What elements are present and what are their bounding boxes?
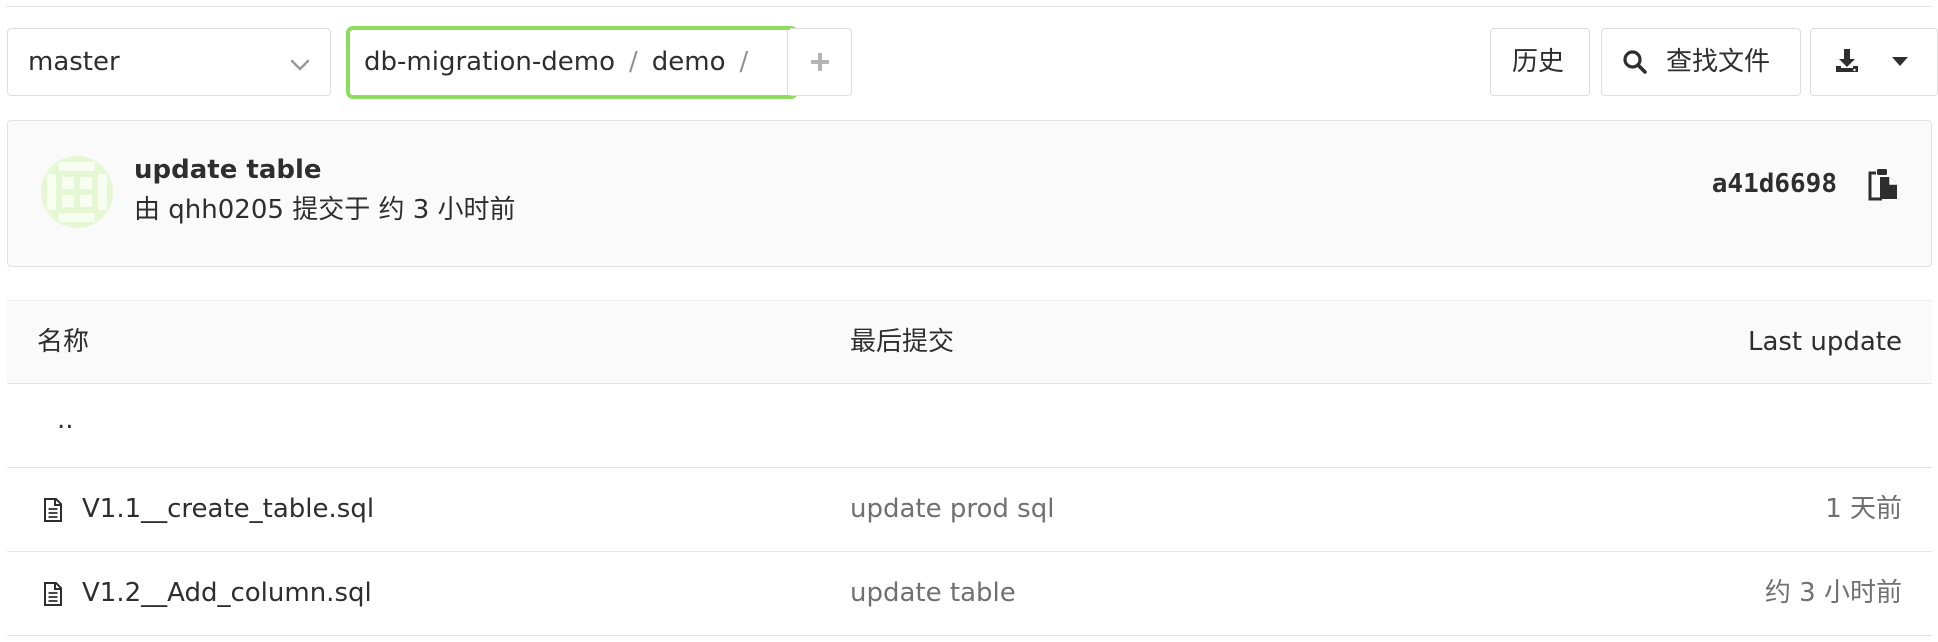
file-name-link[interactable]: V1.1__create_table.sql — [82, 493, 374, 525]
history-label: 历史 — [1512, 47, 1565, 77]
file-text-icon — [44, 498, 62, 522]
commit-author-prefix: 由 — [134, 195, 161, 225]
commit-author[interactable]: qhh0205 — [168, 195, 284, 225]
find-file-label: 查找文件 — [1666, 47, 1771, 77]
repo-toolbar: master db-migration-demo / demo / 历史 查找文件 — [7, 26, 1938, 99]
branch-dropdown[interactable]: master — [7, 28, 331, 96]
commit-time: 提交于 约 3 小时前 — [292, 195, 516, 225]
file-last-commit-link[interactable]: update table — [850, 577, 1016, 609]
breadcrumb-separator: / — [739, 47, 749, 77]
history-button[interactable]: 历史 — [1490, 28, 1590, 96]
breadcrumb: db-migration-demo / demo / — [346, 26, 798, 99]
caret-down-icon — [1892, 57, 1908, 66]
identicon-icon — [41, 156, 113, 228]
plus-icon — [811, 53, 829, 71]
table-row[interactable]: V1.1__create_table.sql update prod sql 1… — [7, 468, 1932, 552]
commit-title[interactable]: update table — [134, 154, 322, 186]
file-last-update: 1 天前 — [1825, 494, 1902, 524]
column-header-last-update: Last update — [1747, 327, 1902, 357]
commit-sha[interactable]: a41d6698 — [1712, 168, 1837, 200]
latest-commit-panel: update table 由 qhh0205 提交于 约 3 小时前 a41d6… — [7, 120, 1932, 267]
table-row-parent[interactable]: .. — [7, 384, 1932, 468]
download-dropdown-button[interactable] — [1810, 28, 1938, 96]
parent-directory-link[interactable]: .. — [57, 404, 74, 436]
column-header-last-commit: 最后提交 — [850, 327, 955, 357]
avatar[interactable] — [41, 156, 113, 228]
top-divider — [6, 6, 1932, 7]
search-icon — [1623, 50, 1647, 74]
file-name-link[interactable]: V1.2__Add_column.sql — [82, 577, 372, 609]
breadcrumb-separator: / — [629, 47, 638, 77]
table-header: 名称 最后提交 Last update — [7, 300, 1932, 384]
commit-meta: 由 qhh0205 提交于 约 3 小时前 — [134, 194, 516, 226]
download-icon — [1836, 49, 1858, 72]
table-row[interactable]: V1.2__Add_column.sql update table 约 3 小时… — [7, 552, 1932, 636]
copy-icon — [1868, 169, 1897, 201]
breadcrumb-item-folder[interactable]: demo — [652, 47, 726, 77]
breadcrumb-divider — [787, 30, 788, 95]
breadcrumb-item-project[interactable]: db-migration-demo — [364, 47, 615, 77]
column-header-name: 名称 — [37, 327, 90, 357]
find-file-button[interactable]: 查找文件 — [1601, 28, 1801, 96]
file-last-commit-link[interactable]: update prod sql — [850, 493, 1054, 525]
file-tree-table: 名称 最后提交 Last update .. V1.1__create_tabl… — [7, 300, 1932, 636]
file-last-update: 约 3 小时前 — [1764, 578, 1902, 608]
file-text-icon — [44, 582, 62, 606]
copy-sha-button[interactable] — [1868, 167, 1900, 201]
add-to-tree-button[interactable] — [790, 28, 852, 96]
chevron-down-icon — [290, 59, 310, 71]
branch-name: master — [28, 47, 120, 77]
